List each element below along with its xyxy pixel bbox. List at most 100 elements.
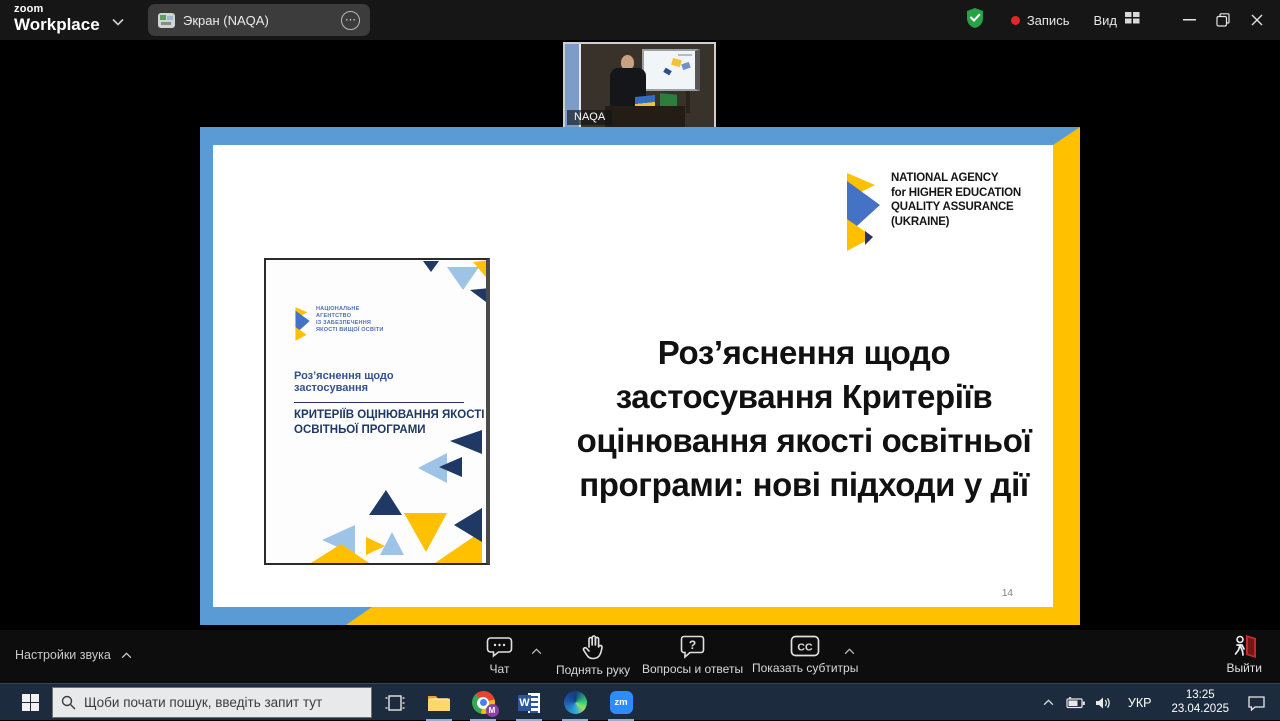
file-explorer-button[interactable] xyxy=(420,684,458,721)
hidden-icons-button[interactable] xyxy=(1036,684,1062,721)
task-view-icon xyxy=(385,694,405,712)
cover-naqa-logo: НАЦІОНАЛЬНЕ АГЕНТСТВО ІЗ ЗАБЕЗПЕЧЕННЯ ЯК… xyxy=(292,306,384,342)
screen-share-icon xyxy=(158,13,175,28)
raise-hand-icon xyxy=(580,634,606,660)
chat-label: Чат xyxy=(490,662,510,676)
word-icon: W xyxy=(518,692,540,714)
audio-settings-label: Настройки звука xyxy=(15,648,111,662)
cover-logo-line2: АГЕНТСТВО xyxy=(316,313,384,320)
captions-options-chevron-icon[interactable] xyxy=(844,642,855,660)
recording-indicator: Запись xyxy=(1011,13,1070,28)
notification-icon xyxy=(1247,695,1266,711)
podium xyxy=(605,106,685,129)
participant-name-badge: NAQA xyxy=(567,110,612,125)
cover-logo-line3: ІЗ ЗАБЕЗПЕЧЕННЯ xyxy=(316,320,384,327)
svg-text:CC: CC xyxy=(798,642,814,654)
chat-options-chevron-icon[interactable] xyxy=(531,642,542,660)
raise-hand-label: Поднять руку xyxy=(556,663,630,677)
qa-icon: ? xyxy=(680,634,706,659)
naqa-logo: NATIONAL AGENCY for HIGHER EDUCATION QUA… xyxy=(839,171,1021,253)
minimize-button[interactable] xyxy=(1172,0,1206,40)
speaker-icon xyxy=(1095,696,1112,710)
leave-button[interactable]: Выйти xyxy=(1226,633,1262,675)
security-shield-icon[interactable] xyxy=(965,7,985,34)
leave-door-icon xyxy=(1229,633,1259,660)
cover-bottom-triangles xyxy=(266,430,490,563)
tab-options-icon[interactable]: ⋯ xyxy=(341,11,360,30)
slide-title-line4: програми: нові підходи у дії xyxy=(551,463,1057,507)
zoom-app-icon: zm xyxy=(610,691,633,714)
language-indicator[interactable]: УКР xyxy=(1118,684,1162,721)
chevron-down-icon[interactable] xyxy=(112,13,124,31)
svg-text:?: ? xyxy=(688,638,695,652)
zoom-toolbar: Настройки звука Чат Поднять руку ? xyxy=(0,630,1280,683)
action-center-button[interactable] xyxy=(1239,684,1280,721)
captions-cc-icon: CC xyxy=(790,634,820,658)
windows-logo-icon xyxy=(22,694,39,711)
zoom-workplace-logo: zoom Workplace xyxy=(14,4,100,33)
chrome-profile-badge: M xyxy=(486,704,499,717)
presentation-slide: NATIONAL AGENCY for HIGHER EDUCATION QUA… xyxy=(200,127,1080,625)
qa-label: Вопросы и ответы xyxy=(642,662,743,676)
cover-subtitle: Роз’яснення щодо застосування xyxy=(294,370,464,403)
cover-logo-line1: НАЦІОНАЛЬНЕ xyxy=(316,306,384,313)
participant-video[interactable]: NAQA xyxy=(563,42,716,129)
chrome-button[interactable]: M xyxy=(464,684,502,721)
slide-title-line3: оцінювання якості освітньої xyxy=(551,419,1057,463)
chat-button[interactable]: Чат xyxy=(486,634,513,676)
brand-zoom: zoom xyxy=(14,4,100,15)
edge-icon xyxy=(564,691,587,714)
view-button[interactable]: Вид xyxy=(1093,11,1140,29)
naqa-logo-mark-icon xyxy=(839,171,883,253)
start-button[interactable] xyxy=(10,684,50,721)
grid-view-icon xyxy=(1125,11,1140,29)
view-label: Вид xyxy=(1093,13,1117,28)
leave-label: Выйти xyxy=(1226,661,1262,675)
naqa-logo-line3: QUALITY ASSURANCE xyxy=(891,200,1021,215)
taskbar-clock[interactable]: 13:25 23.04.2025 xyxy=(1161,684,1239,721)
zoom-app-button[interactable]: zm xyxy=(602,684,640,721)
task-view-button[interactable] xyxy=(376,684,414,721)
naqa-logo-line2: for HIGHER EDUCATION xyxy=(891,186,1021,201)
naqa-logo-line4: (UKRAINE) xyxy=(891,215,1021,230)
cover-title-line1: КРИТЕРІЇВ ОЦІНЮВАННЯ ЯКОСТІ xyxy=(294,408,484,423)
slide-title-line2: застосування Критеріїв xyxy=(551,375,1057,419)
volume-status[interactable] xyxy=(1090,684,1118,721)
cover-logo-line4: ЯКОСТІ ВИЩОЇ ОСВІТИ xyxy=(316,327,384,334)
close-button[interactable] xyxy=(1240,0,1274,40)
raise-hand-button[interactable]: Поднять руку xyxy=(556,634,630,677)
search-icon xyxy=(61,695,76,710)
screen-stand xyxy=(686,91,690,113)
chevron-up-icon xyxy=(121,652,132,659)
shared-screen-tab[interactable]: Экран (NAQA) ⋯ xyxy=(148,4,370,36)
chevron-up-icon xyxy=(1043,699,1054,706)
slide-title: Роз’яснення щодо застосування Критеріїв … xyxy=(551,331,1057,507)
video-presentation-screen xyxy=(642,49,700,91)
captions-label: Показать субтитры xyxy=(752,661,858,675)
restore-window-button[interactable] xyxy=(1206,0,1240,40)
taskbar-search[interactable] xyxy=(52,687,372,718)
battery-icon xyxy=(1066,697,1086,709)
cover-top-triangles xyxy=(266,260,490,305)
qa-button[interactable]: ? Вопросы и ответы xyxy=(642,634,743,676)
naqa-logo-line1: NATIONAL AGENCY xyxy=(891,171,1021,186)
zoom-titlebar: zoom Workplace Экран (NAQA) ⋯ Запись Вид xyxy=(0,0,1280,40)
clock-date: 23.04.2025 xyxy=(1171,703,1229,717)
audio-settings-button[interactable]: Настройки звука xyxy=(15,648,132,662)
slide-page-number: 14 xyxy=(1002,588,1013,599)
brand-workplace: Workplace xyxy=(14,16,100,33)
battery-status[interactable] xyxy=(1062,684,1090,721)
file-explorer-icon xyxy=(427,693,451,713)
edge-button[interactable] xyxy=(556,684,594,721)
cover-logo-mark-icon xyxy=(292,306,311,342)
slide-title-line1: Роз’яснення щодо xyxy=(551,331,1057,375)
word-button[interactable]: W xyxy=(510,684,548,721)
search-input[interactable] xyxy=(84,695,354,710)
clock-time: 13:25 xyxy=(1171,689,1229,703)
recording-dot-icon xyxy=(1011,16,1020,25)
windows-taskbar: M W zm xyxy=(0,683,1280,720)
captions-button[interactable]: CC Показать субтитры xyxy=(752,634,858,675)
booklet-cover: НАЦІОНАЛЬНЕ АГЕНТСТВО ІЗ ЗАБЕЗПЕЧЕННЯ ЯК… xyxy=(264,258,490,565)
recording-label: Запись xyxy=(1027,13,1070,28)
chat-icon xyxy=(486,634,513,659)
